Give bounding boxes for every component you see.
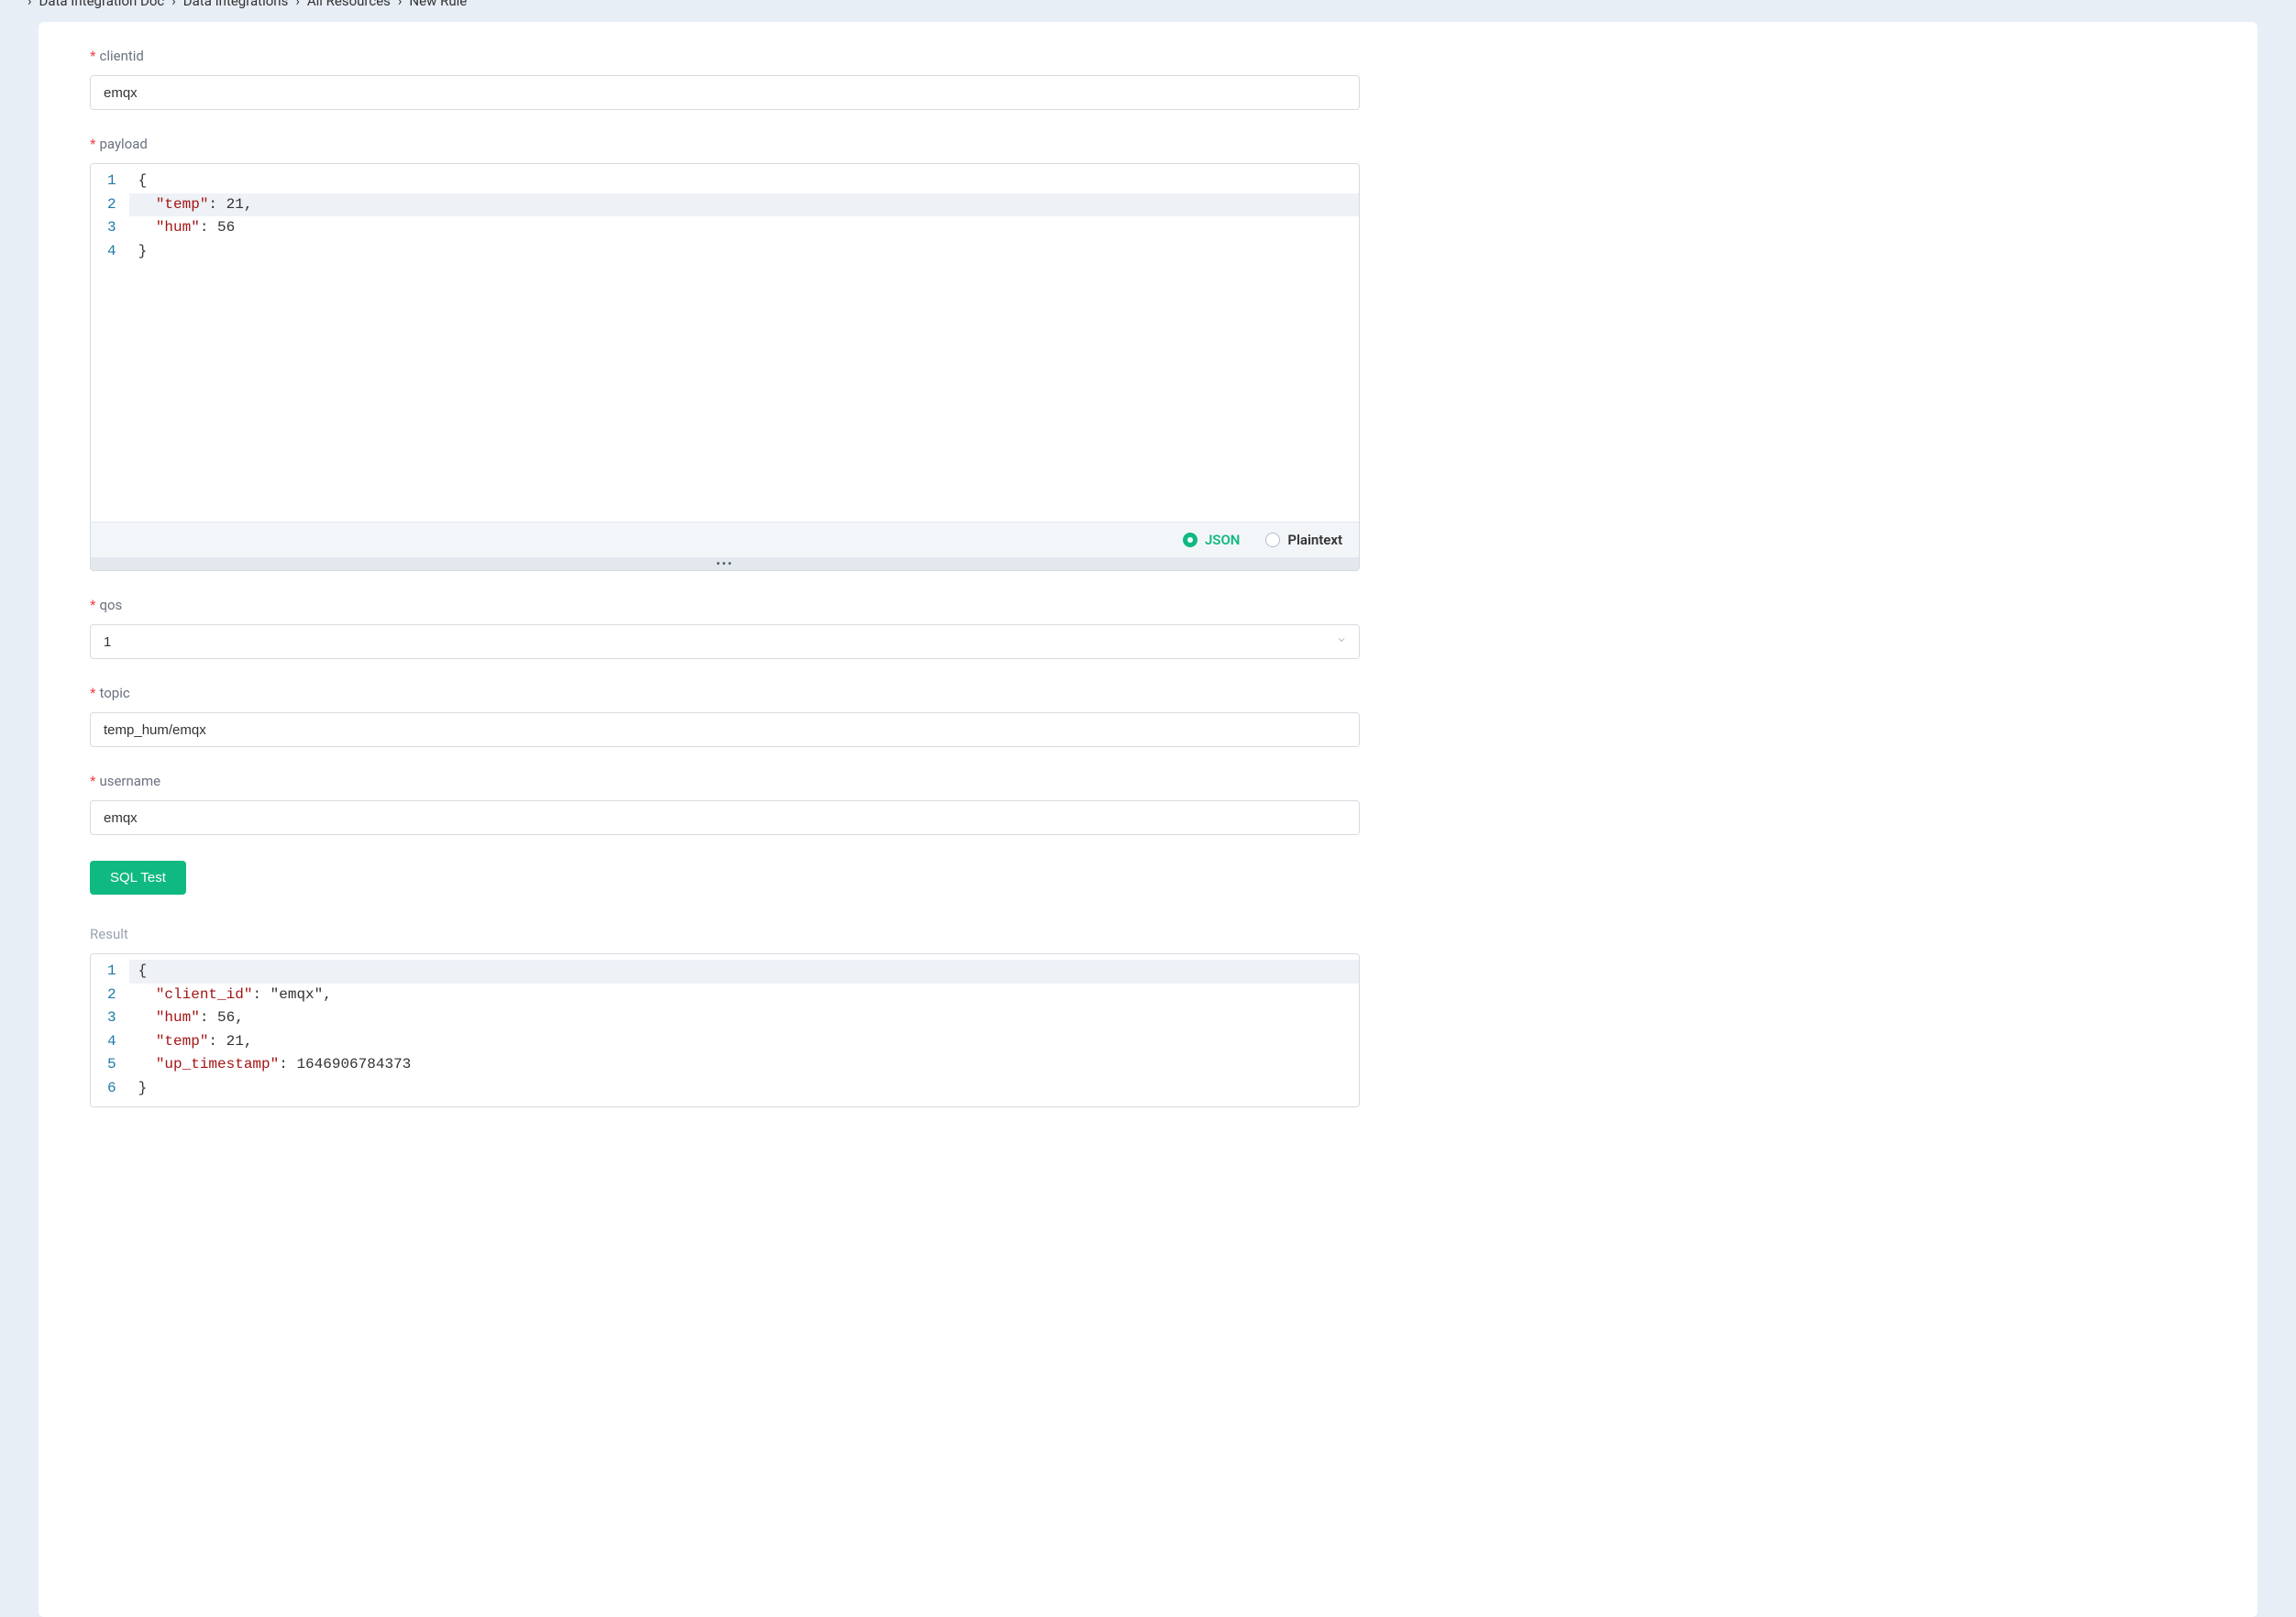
result-editor: 1 2 3 4 5 6 { "client_id": "emqx", "hum"… <box>90 953 1360 1107</box>
breadcrumb: › Data Integration Doc › Data Integratio… <box>0 0 2296 9</box>
payload-code[interactable]: { "temp": 21, "hum": 56} <box>129 164 1359 522</box>
radio-icon <box>1183 533 1198 547</box>
breadcrumb-sep: › <box>28 0 32 9</box>
breadcrumb-item[interactable]: Data Integrations <box>183 0 289 9</box>
dots-icon: ••• <box>716 557 734 570</box>
result-code: { "client_id": "emqx", "hum": 56, "temp"… <box>129 954 1359 1106</box>
payload-format-json[interactable]: JSON <box>1183 532 1240 548</box>
payload-resize-handle[interactable]: ••• <box>91 557 1359 570</box>
topic-label: *topic <box>90 685 1360 701</box>
breadcrumb-sep: › <box>295 0 300 9</box>
required-asterisk: * <box>90 136 95 152</box>
result-label: Result <box>90 926 2206 942</box>
breadcrumb-item[interactable]: Data Integration Doc <box>39 0 165 9</box>
username-input[interactable] <box>90 800 1360 835</box>
required-asterisk: * <box>90 48 95 64</box>
breadcrumb-sep: › <box>398 0 403 9</box>
qos-select[interactable] <box>90 624 1360 659</box>
payload-gutter: 1 2 3 4 <box>91 164 129 522</box>
payload-label: *payload <box>90 136 1360 152</box>
radio-icon <box>1265 533 1280 547</box>
required-asterisk: * <box>90 597 95 613</box>
clientid-input[interactable] <box>90 75 1360 110</box>
form-card: *clientid *payload 1 2 3 4 { "temp": 21,… <box>39 22 2257 1617</box>
username-label: *username <box>90 773 1360 789</box>
required-asterisk: * <box>90 773 95 789</box>
qos-label: *qos <box>90 597 1360 613</box>
breadcrumb-item[interactable]: All Resources <box>307 0 391 9</box>
payload-editor[interactable]: 1 2 3 4 { "temp": 21, "hum": 56} JSON Pl… <box>90 163 1360 571</box>
breadcrumb-sep: › <box>171 0 176 9</box>
payload-format-plaintext[interactable]: Plaintext <box>1265 532 1342 548</box>
breadcrumb-item[interactable]: New Rule <box>409 0 467 9</box>
sql-test-button[interactable]: SQL Test <box>90 861 186 895</box>
topic-input[interactable] <box>90 712 1360 747</box>
clientid-label: *clientid <box>90 48 1360 64</box>
payload-format-toolbar: JSON Plaintext <box>91 522 1359 557</box>
result-gutter: 1 2 3 4 5 6 <box>91 954 129 1106</box>
required-asterisk: * <box>90 685 95 701</box>
